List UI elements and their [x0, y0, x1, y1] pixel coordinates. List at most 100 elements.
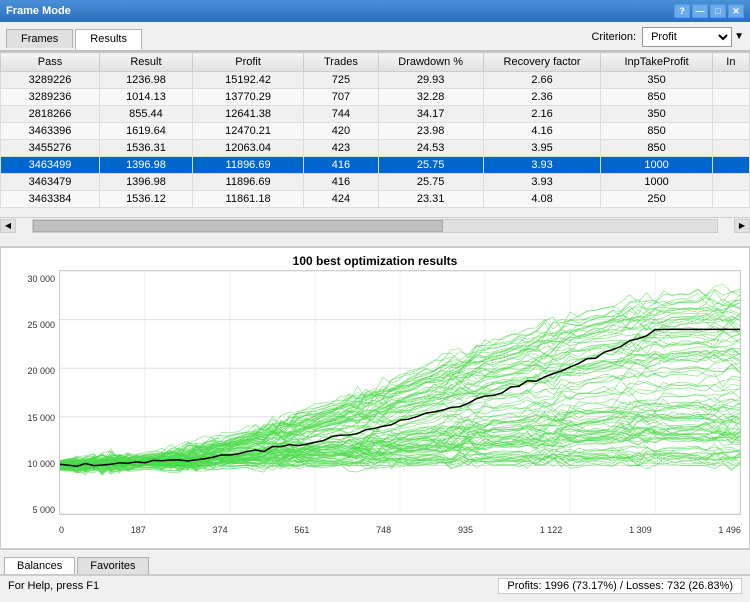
status-bar: For Help, press F1 Profits: 1996 (73.17%…	[0, 575, 750, 595]
help-button[interactable]: ?	[674, 4, 690, 18]
table-cell: 3463479	[1, 174, 100, 191]
table-cell: 1619.64	[100, 123, 193, 140]
scroll-track[interactable]	[32, 219, 718, 233]
x-label-561: 561	[294, 525, 309, 535]
table-cell: 416	[304, 174, 378, 191]
status-help-text: For Help, press F1	[8, 580, 99, 592]
title-bar: Frame Mode ? — □ ✕	[0, 0, 750, 22]
maximize-button[interactable]: □	[710, 4, 726, 18]
header-result[interactable]: Result	[100, 53, 193, 72]
table-row[interactable]: 34634991396.9811896.6941625.753.931000	[1, 157, 750, 174]
table-row[interactable]: 34634791396.9811896.6941625.753.931000	[1, 174, 750, 191]
table-cell: 15192.42	[192, 72, 303, 89]
table-row[interactable]: 2818266855.4412641.3874434.172.16350	[1, 106, 750, 123]
table-cell: 11896.69	[192, 174, 303, 191]
y-label-25000: 25 000	[9, 320, 59, 330]
table-cell: 24.53	[378, 140, 483, 157]
table-cell: 3455276	[1, 140, 100, 157]
table-cell: 1536.12	[100, 191, 193, 208]
table-cell: 2.66	[483, 72, 601, 89]
tab-balances[interactable]: Balances	[4, 557, 75, 574]
table-header-row: Pass Result Profit Trades Drawdown % Rec…	[1, 53, 750, 72]
table-cell	[712, 89, 749, 106]
table-cell	[712, 72, 749, 89]
table-cell: 850	[601, 89, 712, 106]
header-trades[interactable]: Trades	[304, 53, 378, 72]
table-cell: 424	[304, 191, 378, 208]
table-cell	[712, 157, 749, 174]
chart-title: 100 best optimization results	[1, 248, 749, 270]
title-bar-controls: ? — □ ✕	[674, 4, 744, 18]
criterion-select[interactable]: Profit Recovery factor Drawdown % Trades	[642, 27, 732, 47]
table-row[interactable]: 32892361014.1313770.2970732.282.36850	[1, 89, 750, 106]
table-cell: 1236.98	[100, 72, 193, 89]
table-cell: 707	[304, 89, 378, 106]
x-label-187: 187	[131, 525, 146, 535]
table-cell: 25.75	[378, 157, 483, 174]
table-cell: 3463396	[1, 123, 100, 140]
header-profit[interactable]: Profit	[192, 53, 303, 72]
header-inptake[interactable]: InpTakeProfit	[601, 53, 712, 72]
table-cell: 11861.18	[192, 191, 303, 208]
x-label-1309: 1 309	[629, 525, 652, 535]
results-table: Pass Result Profit Trades Drawdown % Rec…	[0, 52, 750, 208]
table-cell: 11896.69	[192, 157, 303, 174]
bottom-tab-bar: Balances Favorites	[0, 549, 750, 575]
table-scroll-area[interactable]: Pass Result Profit Trades Drawdown % Rec…	[0, 52, 750, 217]
table-cell	[712, 106, 749, 123]
tab-favorites[interactable]: Favorites	[77, 557, 148, 574]
table-cell: 1000	[601, 174, 712, 191]
y-label-5000: 5 000	[9, 505, 59, 515]
results-table-container: Pass Result Profit Trades Drawdown % Rec…	[0, 52, 750, 247]
table-cell: 25.75	[378, 174, 483, 191]
table-row[interactable]: 34633841536.1211861.1842423.314.08250	[1, 191, 750, 208]
table-cell: 3289236	[1, 89, 100, 106]
table-cell: 3.93	[483, 174, 601, 191]
table-cell: 1000	[601, 157, 712, 174]
table-cell: 23.98	[378, 123, 483, 140]
table-row[interactable]: 34633961619.6412470.2142023.984.16850	[1, 123, 750, 140]
criterion-label: Criterion:	[591, 31, 636, 43]
close-button[interactable]: ✕	[728, 4, 744, 18]
table-cell: 423	[304, 140, 378, 157]
y-label-15000: 15 000	[9, 413, 59, 423]
table-cell: 350	[601, 106, 712, 123]
table-cell: 350	[601, 72, 712, 89]
table-cell: 744	[304, 106, 378, 123]
table-cell: 23.31	[378, 191, 483, 208]
table-cell	[712, 191, 749, 208]
header-drawdown[interactable]: Drawdown %	[378, 53, 483, 72]
profits-status: Profits: 1996 (73.17%) / Losses: 732 (26…	[498, 578, 742, 594]
scroll-left-arrow[interactable]: ◀	[0, 219, 16, 233]
header-recovery[interactable]: Recovery factor	[483, 53, 601, 72]
table-cell: 4.08	[483, 191, 601, 208]
table-horizontal-scrollbar[interactable]: ◀ ▶	[0, 217, 750, 233]
table-cell: 12641.38	[192, 106, 303, 123]
scroll-right-arrow[interactable]: ▶	[734, 219, 750, 233]
y-label-10000: 10 000	[9, 459, 59, 469]
header-pass[interactable]: Pass	[1, 53, 100, 72]
table-cell: 850	[601, 140, 712, 157]
table-row[interactable]: 32892261236.9815192.4272529.932.66350	[1, 72, 750, 89]
table-cell: 34.17	[378, 106, 483, 123]
table-cell: 250	[601, 191, 712, 208]
scroll-thumb[interactable]	[33, 220, 443, 232]
title-bar-text: Frame Mode	[6, 5, 71, 17]
header-in[interactable]: In	[712, 53, 749, 72]
tab-frames[interactable]: Frames	[6, 29, 73, 48]
table-cell: 29.93	[378, 72, 483, 89]
table-cell	[712, 140, 749, 157]
table-cell: 420	[304, 123, 378, 140]
table-cell: 12063.04	[192, 140, 303, 157]
minimize-button[interactable]: —	[692, 4, 708, 18]
x-label-1496: 1 496	[718, 525, 741, 535]
table-cell: 855.44	[100, 106, 193, 123]
criterion-dropdown-icon[interactable]: ▼	[734, 31, 744, 42]
y-label-20000: 20 000	[9, 366, 59, 376]
table-row[interactable]: 34552761536.3112063.0442324.533.95850	[1, 140, 750, 157]
table-cell: 2818266	[1, 106, 100, 123]
table-cell: 416	[304, 157, 378, 174]
x-label-374: 374	[213, 525, 228, 535]
table-cell: 3463499	[1, 157, 100, 174]
tab-results[interactable]: Results	[75, 29, 142, 50]
